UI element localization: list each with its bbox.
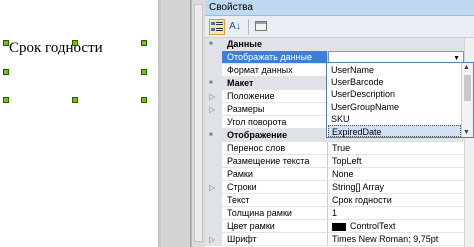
property-value[interactable]: Times New Roman; 9,75pt (328, 233, 464, 246)
property-value-text: String[] Array (332, 182, 385, 192)
row-gutter (205, 194, 222, 207)
expand-icon[interactable]: ▷ (209, 92, 215, 101)
row-gutter: ■ (205, 38, 222, 51)
category-row[interactable]: ■ Данные (205, 38, 474, 51)
text-element[interactable]: Срок годности (9, 40, 103, 57)
property-name: Угол поворота (222, 116, 328, 129)
categorized-icon[interactable] (209, 19, 225, 35)
resize-handle-s[interactable] (72, 97, 78, 103)
property-value-text: Срок годности (332, 195, 392, 205)
expand-icon[interactable]: ▷ (209, 183, 215, 192)
category-label: Данные (222, 38, 474, 51)
design-scrollbar[interactable] (191, 0, 205, 247)
property-name: Цвет рамки (222, 220, 328, 233)
row-gutter: ▷ (205, 233, 222, 246)
alphabetical-icon[interactable]: A↓ (227, 19, 243, 35)
collapse-icon[interactable]: ■ (209, 80, 213, 86)
collapse-icon[interactable]: ■ (209, 132, 213, 138)
collapse-icon[interactable]: ■ (209, 41, 213, 47)
dropdown-option[interactable]: UserBarcode (328, 76, 461, 88)
property-name: Положение (222, 90, 328, 103)
dropdown-option[interactable]: ExpiredDate (328, 125, 461, 137)
scroll-up-icon[interactable]: ▲ (463, 64, 470, 71)
scroll-down-icon[interactable]: ▼ (463, 129, 470, 136)
row-gutter (205, 220, 222, 233)
row-gutter (205, 116, 222, 129)
property-name: Шрифт (222, 233, 328, 246)
design-surface[interactable]: Срок годности (0, 0, 158, 247)
property-row[interactable]: Размещение текста TopLeft (205, 155, 474, 168)
property-value[interactable]: Срок годности (328, 194, 464, 207)
resize-handle-se[interactable] (141, 97, 147, 103)
property-value-text: True (332, 143, 351, 153)
property-name: Строки (222, 181, 328, 194)
property-pages-icon[interactable] (253, 19, 269, 35)
property-value-text: ControlText (350, 221, 396, 231)
property-name: Перенос слов (222, 142, 328, 155)
property-value[interactable]: 1 (328, 207, 464, 220)
row-gutter (205, 168, 222, 181)
resize-handle-ne[interactable] (141, 40, 147, 46)
property-value[interactable]: TopLeft (328, 155, 464, 168)
property-row[interactable]: Текст Срок годности (205, 194, 474, 207)
resize-handle-w[interactable] (3, 69, 9, 75)
property-value-text: None (332, 169, 354, 179)
data-field-dropdown[interactable]: ▲ ▼ UserName UserBarcode UserDescription Us… (326, 62, 474, 138)
property-value[interactable]: ControlText (328, 220, 464, 233)
properties-toolbar: A↓ (205, 16, 474, 38)
property-name: Отображать данные (222, 51, 328, 64)
row-gutter: ■ (205, 77, 222, 90)
property-row[interactable]: ▷ Строки String[] Array (205, 181, 474, 194)
expand-icon[interactable]: ▷ (209, 105, 215, 114)
dropdown-option[interactable]: UserName (328, 64, 461, 76)
row-gutter: ▷ (205, 90, 222, 103)
property-name: Формат данных (222, 64, 328, 77)
property-value-text: TopLeft (332, 156, 362, 166)
row-gutter: ▷ (205, 181, 222, 194)
row-gutter: ■ (205, 129, 222, 142)
property-value[interactable]: String[] Array (328, 181, 464, 194)
dropdown-option[interactable]: SKU (328, 113, 461, 125)
property-name: Текст (222, 194, 328, 207)
property-value-text: Times New Roman; 9,75pt (332, 234, 439, 244)
dropdown-scrollbar[interactable]: ▲ ▼ (461, 63, 473, 137)
color-swatch (332, 222, 346, 231)
panel-title-bar: Свойства (205, 0, 474, 16)
row-gutter (205, 64, 222, 77)
property-value-text: 1 (332, 208, 338, 218)
row-gutter: ▷ (205, 103, 222, 116)
row-gutter (205, 51, 222, 64)
property-name: Размеры (222, 103, 328, 116)
property-row[interactable]: Цвет рамки ControlText (205, 220, 474, 233)
dropdown-option[interactable]: UserDescription (328, 88, 461, 100)
toolbar-separator (248, 19, 249, 35)
property-name: Толщина рамки (222, 207, 328, 220)
property-row[interactable]: ▷ Шрифт Times New Roman; 9,75pt (205, 233, 474, 246)
row-gutter (205, 207, 222, 220)
property-name: Рамки (222, 168, 328, 181)
workspace-gap (161, 0, 191, 247)
resize-handle-sw[interactable] (3, 97, 9, 103)
dropdown-option[interactable]: UserGroupName (328, 101, 461, 113)
property-row[interactable]: Рамки None (205, 168, 474, 181)
property-row[interactable]: Перенос слов True (205, 142, 474, 155)
scrollbar-thumb[interactable] (194, 4, 203, 242)
dropdown-scroll-thumb[interactable] (464, 75, 471, 101)
row-gutter (205, 155, 222, 168)
panel-title: Свойства (209, 2, 253, 13)
resize-handle-e[interactable] (141, 69, 147, 75)
resize-handle-nw[interactable] (3, 40, 9, 46)
property-value[interactable]: True (328, 142, 464, 155)
property-name: Размещение текста (222, 155, 328, 168)
property-row[interactable]: Толщина рамки 1 (205, 207, 474, 220)
property-value[interactable]: None (328, 168, 464, 181)
expand-icon[interactable]: ▷ (209, 235, 215, 244)
resize-handle-n[interactable] (72, 40, 78, 46)
row-gutter (205, 142, 222, 155)
